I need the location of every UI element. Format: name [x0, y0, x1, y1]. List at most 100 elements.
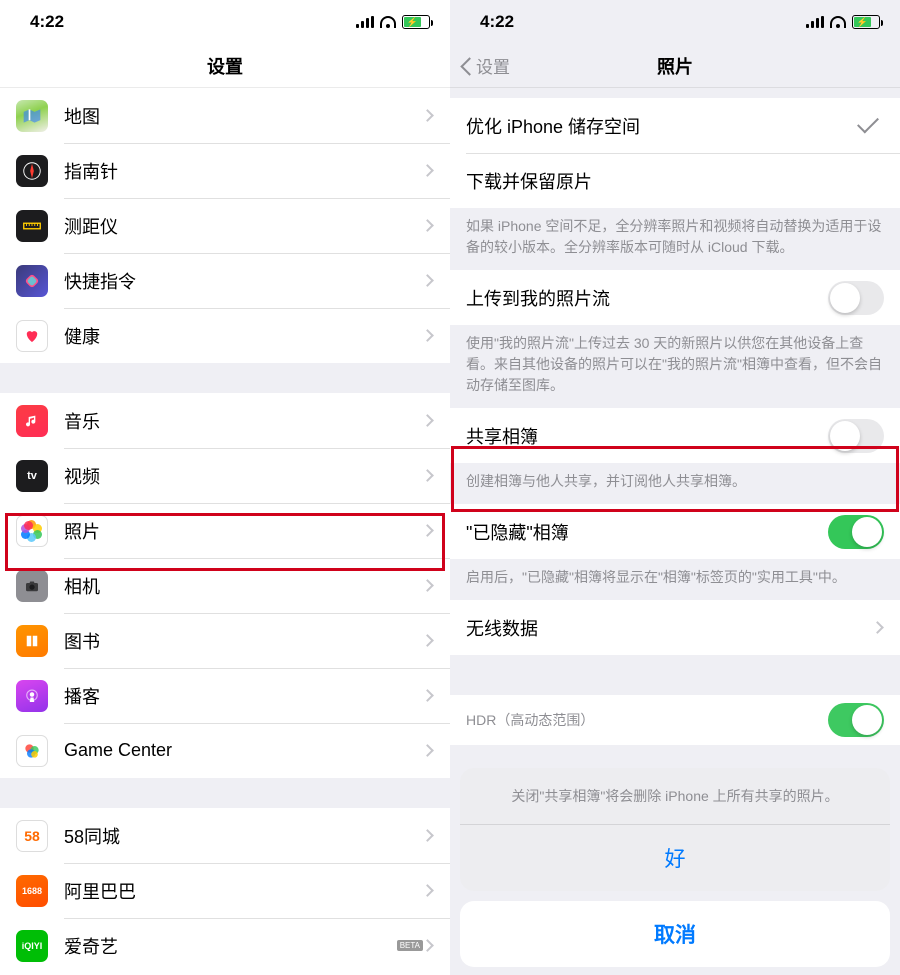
row-label: 音乐 — [64, 408, 423, 434]
back-label: 设置 — [476, 53, 510, 78]
row-label: 优化 iPhone 储存空间 — [466, 113, 858, 139]
podcasts-icon — [16, 680, 48, 712]
status-indicators: ⚡ — [356, 15, 430, 29]
settings-group-thirdparty: 58 58同城 1688 阿里巴巴 iQIYI 爱奇艺 BETA — [0, 808, 450, 973]
row-label: 爱奇艺 — [64, 933, 393, 959]
row-gamecenter[interactable]: Game Center — [0, 723, 450, 778]
storage-footer: 如果 iPhone 空间不足，全分辨率照片和视频将自动替换为适用于设备的较小版本… — [450, 208, 900, 270]
group-storage: 优化 iPhone 储存空间 下载并保留原片 — [450, 98, 900, 208]
row-alibaba[interactable]: 1688 阿里巴巴 — [0, 863, 450, 918]
tv-icon: tv — [16, 460, 48, 492]
chevron-right-icon — [421, 579, 434, 592]
spacer — [450, 88, 900, 98]
row-label: 图书 — [64, 628, 423, 654]
photostream-footer: 使用"我的照片流"上传过去 30 天的新照片以供您在其他设备上查看。来自其他设备… — [450, 325, 900, 408]
group-hdr-peek: HDR（高动态范围） — [450, 695, 900, 745]
back-button[interactable]: 设置 — [460, 53, 510, 78]
settings-screen-left: 4:22 ⚡ 设置 地图 指南针 — [0, 0, 450, 975]
wifi-icon — [380, 16, 396, 28]
row-hidden-album[interactable]: "已隐藏"相簿 — [450, 504, 900, 559]
maps-icon — [16, 100, 48, 132]
shared-albums-toggle[interactable] — [828, 419, 884, 453]
group-hidden-album: "已隐藏"相簿 — [450, 504, 900, 559]
cellular-signal-icon — [806, 16, 824, 28]
row-podcasts[interactable]: 播客 — [0, 668, 450, 723]
chevron-right-icon — [421, 219, 434, 232]
hidden-footer: 启用后，"已隐藏"相簿将显示在"相簿"标签页的"实用工具"中。 — [450, 559, 900, 600]
chevron-right-icon — [421, 884, 434, 897]
row-label: 上传到我的照片流 — [466, 285, 828, 311]
row-books[interactable]: 图书 — [0, 613, 450, 668]
photos-icon — [16, 515, 48, 547]
status-bar: 4:22 ⚡ — [0, 0, 450, 44]
action-sheet-message: 关闭"共享相簿"将会删除 iPhone 上所有共享的照片。 — [460, 768, 890, 825]
row-label: 播客 — [64, 683, 423, 709]
row-label: 相机 — [64, 573, 423, 599]
row-photostream[interactable]: 上传到我的照片流 — [450, 270, 900, 325]
row-label: 58同城 — [64, 823, 423, 849]
chevron-left-icon — [460, 56, 472, 76]
spacer — [450, 655, 900, 695]
settings-group-apple-apps-2: 音乐 tv 视频 — [0, 393, 450, 778]
row-label: 共享相簿 — [466, 423, 828, 449]
chevron-right-icon — [421, 744, 434, 757]
chevron-right-icon — [421, 634, 434, 647]
row-label: 阿里巴巴 — [64, 878, 423, 904]
group-cellular: 无线数据 — [450, 600, 900, 655]
row-optimize-storage[interactable]: 优化 iPhone 储存空间 — [450, 98, 900, 153]
hidden-album-toggle[interactable] — [828, 515, 884, 549]
row-label: Game Center — [64, 740, 423, 761]
row-health[interactable]: 健康 — [0, 308, 450, 363]
chevron-right-icon — [421, 329, 434, 342]
chevron-right-icon — [421, 164, 434, 177]
wifi-icon — [830, 16, 846, 28]
battery-icon: ⚡ — [402, 15, 430, 29]
shared-footer: 创建相簿与他人共享，并订阅他人共享相簿。 — [450, 463, 900, 504]
group-shared-albums: 共享相簿 — [450, 408, 900, 463]
app-alibaba-icon: 1688 — [16, 875, 48, 907]
row-compass[interactable]: 指南针 — [0, 143, 450, 198]
row-58tongcheng[interactable]: 58 58同城 — [0, 808, 450, 863]
row-shared-albums[interactable]: 共享相簿 — [450, 408, 900, 463]
battery-icon: ⚡ — [852, 15, 880, 29]
row-label: 下载并保留原片 — [466, 168, 884, 194]
photostream-toggle[interactable] — [828, 281, 884, 315]
row-label: 无线数据 — [466, 615, 873, 641]
compass-icon — [16, 155, 48, 187]
row-label: 地图 — [64, 103, 423, 129]
page-title: 照片 — [657, 53, 693, 79]
action-sheet-cancel-button[interactable]: 取消 — [460, 901, 890, 967]
row-photos[interactable]: 照片 — [0, 503, 450, 558]
checkmark-icon — [857, 112, 879, 134]
row-label: 视频 — [64, 463, 423, 489]
group-separator — [0, 778, 450, 808]
settings-group-apple-apps-1: 地图 指南针 测距仪 快捷指令 — [0, 88, 450, 363]
chevron-right-icon — [421, 109, 434, 122]
measure-icon — [16, 210, 48, 242]
row-hdr[interactable]: HDR（高动态范围） — [450, 695, 900, 745]
nav-bar: 设置 照片 — [450, 44, 900, 88]
row-label: HDR（高动态范围） — [466, 710, 828, 730]
row-camera[interactable]: 相机 — [0, 558, 450, 613]
row-download-originals[interactable]: 下载并保留原片 — [450, 153, 900, 208]
photos-settings-screen: 4:22 ⚡ 设置 照片 优化 iPhone 储存空间 下载并保留原片 如果 i… — [450, 0, 900, 975]
hdr-toggle-peek[interactable] — [828, 703, 884, 737]
row-tv[interactable]: tv 视频 — [0, 448, 450, 503]
beta-badge: BETA — [397, 940, 423, 951]
gamecenter-icon — [16, 735, 48, 767]
row-iqiyi[interactable]: iQIYI 爱奇艺 BETA — [0, 918, 450, 973]
page-title: 设置 — [207, 53, 243, 79]
chevron-right-icon — [421, 414, 434, 427]
nav-bar: 设置 — [0, 44, 450, 88]
row-music[interactable]: 音乐 — [0, 393, 450, 448]
action-sheet-ok-button[interactable]: 好 — [460, 825, 890, 891]
settings-list[interactable]: 地图 指南针 测距仪 快捷指令 — [0, 88, 450, 975]
action-sheet-card: 关闭"共享相簿"将会删除 iPhone 上所有共享的照片。 好 — [460, 768, 890, 891]
cellular-signal-icon — [356, 16, 374, 28]
row-maps[interactable]: 地图 — [0, 88, 450, 143]
row-cellular-data[interactable]: 无线数据 — [450, 600, 900, 655]
row-shortcuts[interactable]: 快捷指令 — [0, 253, 450, 308]
row-measure[interactable]: 测距仪 — [0, 198, 450, 253]
chevron-right-icon — [421, 689, 434, 702]
chevron-right-icon — [421, 939, 434, 952]
